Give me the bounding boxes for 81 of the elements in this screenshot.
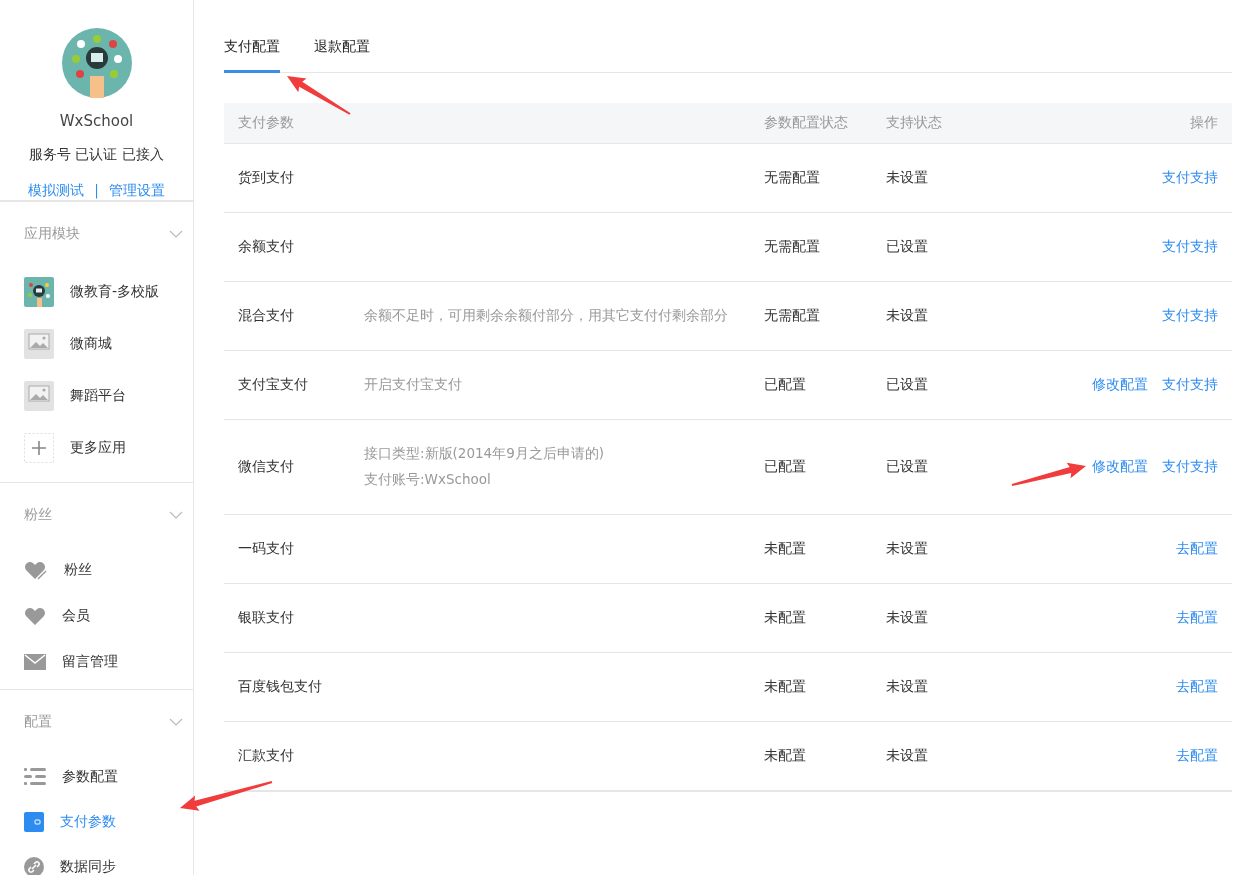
description-text: 接口类型:新版(2014年9月之后申请的) bbox=[364, 445, 606, 463]
image-placeholder-icon bbox=[24, 329, 54, 359]
plus-icon bbox=[24, 433, 54, 463]
link-icon bbox=[24, 856, 44, 875]
sidebar-item[interactable]: 微教育-多校版 bbox=[0, 266, 193, 318]
action-link[interactable]: 修改配置 bbox=[1092, 376, 1148, 394]
table-cell: 未设置 bbox=[886, 307, 928, 325]
chevron-icon[interactable] bbox=[169, 230, 183, 238]
column-header: 操作 bbox=[1190, 114, 1218, 132]
chevron-icon[interactable] bbox=[169, 511, 183, 519]
app-logo-icon bbox=[24, 277, 54, 307]
column-header: 参数配置状态 bbox=[764, 114, 848, 132]
sidebar-item[interactable]: 舞蹈平台 bbox=[0, 370, 193, 422]
table-cell: 未配置 bbox=[764, 747, 806, 765]
action-link[interactable]: 支付支持 bbox=[1162, 458, 1218, 476]
table-cell: 混合支付 bbox=[238, 307, 294, 325]
mail-icon bbox=[24, 654, 46, 670]
sidebar-item[interactable]: 粉丝 bbox=[0, 547, 193, 593]
test-link[interactable]: 模拟测试 bbox=[28, 182, 85, 200]
table-cell: 无需配置 bbox=[764, 238, 820, 256]
table-cell: 银联支付 bbox=[238, 609, 294, 627]
table-cell: 未设置 bbox=[886, 609, 928, 627]
description-text: 支付账号:WxSchool bbox=[364, 471, 492, 489]
action-link[interactable]: 支付支持 bbox=[1162, 376, 1218, 394]
wallet-icon bbox=[24, 811, 44, 832]
sidebar-item[interactable]: 微商城 bbox=[0, 318, 193, 370]
logo-drawing bbox=[61, 28, 132, 98]
chevron-icon[interactable] bbox=[169, 718, 183, 726]
list-icon bbox=[24, 767, 46, 786]
annotation-arrow bbox=[287, 76, 351, 115]
action-link[interactable]: 去配置 bbox=[1176, 747, 1218, 765]
sidebar-item[interactable]: 数据同步 bbox=[0, 844, 193, 875]
tab[interactable]: 支付配置 bbox=[224, 38, 280, 73]
table-cell: 已设置 bbox=[886, 458, 928, 476]
description-text: 余额不足时，可用剩余余额付部分，用其它支付付剩余部分 bbox=[364, 307, 729, 325]
table-cell: 未设置 bbox=[886, 540, 928, 558]
heart-icon bbox=[24, 606, 46, 626]
image-placeholder-icon bbox=[24, 381, 54, 411]
link-separator: | bbox=[94, 182, 99, 200]
table-cell: 已设置 bbox=[886, 238, 928, 256]
section-title: 配置 bbox=[24, 713, 52, 731]
table-cell: 支付宝支付 bbox=[238, 376, 308, 394]
table-cell: 无需配置 bbox=[764, 307, 820, 325]
table-cell: 已配置 bbox=[764, 376, 806, 394]
sidebar-item[interactable]: 支付参数 bbox=[0, 799, 193, 844]
table-cell: 无需配置 bbox=[764, 169, 820, 187]
action-link[interactable]: 支付支持 bbox=[1162, 238, 1218, 256]
table-cell: 微信支付 bbox=[238, 458, 294, 476]
action-link[interactable]: 去配置 bbox=[1176, 609, 1218, 627]
table-cell: 一码支付 bbox=[238, 540, 294, 558]
sidebar-item[interactable]: 更多应用 bbox=[0, 422, 193, 474]
table-cell: 汇款支付 bbox=[238, 747, 294, 765]
table-cell: 未设置 bbox=[886, 747, 928, 765]
action-link[interactable]: 支付支持 bbox=[1162, 307, 1218, 325]
section-title: 应用模块 bbox=[24, 225, 80, 243]
table-cell: 已配置 bbox=[764, 458, 806, 476]
heart-pen-icon bbox=[24, 559, 48, 581]
sidebar-item[interactable]: 会员 bbox=[0, 593, 193, 639]
column-header: 支付参数 bbox=[238, 114, 294, 132]
sidebar-item[interactable]: 留言管理 bbox=[0, 639, 193, 685]
table-cell: 货到支付 bbox=[238, 169, 294, 187]
section-title: 粉丝 bbox=[24, 506, 52, 524]
column-header: 支持状态 bbox=[886, 114, 942, 132]
sidebar-item[interactable]: 参数配置 bbox=[0, 754, 193, 799]
table-cell: 未设置 bbox=[886, 169, 928, 187]
account-name: WxSchool bbox=[59, 112, 134, 130]
table-cell: 未设置 bbox=[886, 678, 928, 696]
account-status: 服务号 已认证 已接入 bbox=[29, 146, 164, 164]
table-cell: 百度钱包支付 bbox=[238, 678, 322, 696]
settings-link[interactable]: 管理设置 bbox=[108, 182, 165, 200]
description-text: 开启支付宝支付 bbox=[364, 376, 463, 394]
table-cell: 余额支付 bbox=[238, 238, 294, 256]
tab[interactable]: 退款配置 bbox=[314, 38, 370, 73]
table-cell: 未配置 bbox=[764, 540, 806, 558]
action-link[interactable]: 修改配置 bbox=[1092, 458, 1148, 476]
action-link[interactable]: 支付支持 bbox=[1162, 169, 1218, 187]
table-cell: 未配置 bbox=[764, 609, 806, 627]
table-cell: 已设置 bbox=[886, 376, 928, 394]
action-link[interactable]: 去配置 bbox=[1176, 678, 1218, 696]
action-link[interactable]: 去配置 bbox=[1176, 540, 1218, 558]
table-cell: 未配置 bbox=[764, 678, 806, 696]
